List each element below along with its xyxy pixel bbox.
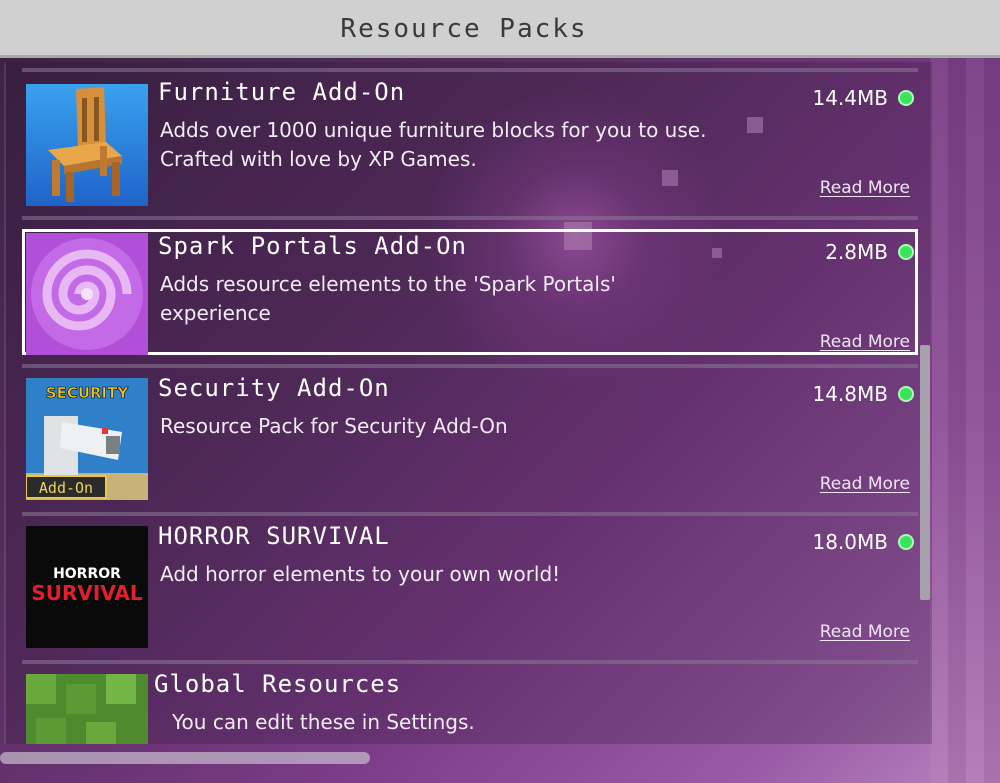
pack-row-horror-survival[interactable]: HORROR SURVIVAL HORROR SURVIVAL Add horr… [22, 516, 918, 652]
horror-logo-line1: HORROR [53, 566, 121, 582]
pack-size: 14.8MB [812, 382, 888, 406]
read-more-link[interactable]: Read More [820, 332, 910, 352]
pack-row-global-resources[interactable]: Global Resources You can edit these in S… [22, 664, 918, 744]
pack-description: Add horror elements to your own world! [160, 562, 561, 586]
row-divider [22, 216, 918, 220]
pack-name: Security Add-On [158, 374, 390, 402]
background-wall [930, 58, 1000, 783]
spark-portal-thumbnail [26, 233, 148, 355]
security-badge: Add-On [39, 479, 93, 497]
pack-name: HORROR SURVIVAL [158, 522, 390, 550]
pack-description: Resource Pack for Security Add-On [160, 414, 508, 438]
pack-size: 2.8MB [825, 240, 888, 264]
page-title: Resource Packs [340, 14, 588, 44]
pack-size: 14.4MB [812, 86, 888, 110]
title-bar: Resource Packs [0, 0, 1000, 58]
pack-row-spark-portals[interactable]: Spark Portals Add-On Adds resource eleme… [22, 229, 918, 355]
horror-survival-thumbnail: HORROR SURVIVAL [26, 526, 148, 648]
pack-row-security[interactable]: SECURITY Add-On Security Add-On Resource… [22, 368, 918, 504]
status-indicator [898, 244, 914, 260]
status-indicator [898, 90, 914, 106]
pack-description: Adds over 1000 unique furniture blocks f… [160, 118, 707, 171]
security-logo: SECURITY [46, 384, 130, 402]
pack-description: You can edit these in Settings. [172, 710, 475, 734]
status-indicator [898, 386, 914, 402]
pack-name: Furniture Add-On [158, 78, 406, 106]
pack-row-furniture[interactable]: Furniture Add-On Adds over 1000 unique f… [22, 72, 918, 208]
horror-logo-line2: SURVIVAL [31, 581, 143, 605]
status-indicator [898, 534, 914, 550]
furniture-chair-thumbnail [26, 84, 148, 206]
resource-pack-list[interactable]: Furniture Add-On Adds over 1000 unique f… [4, 62, 932, 744]
vertical-scrollbar[interactable] [920, 345, 930, 600]
read-more-link[interactable]: Read More [820, 178, 910, 198]
pack-size: 18.0MB [812, 530, 888, 554]
security-camera-thumbnail: SECURITY Add-On [26, 378, 148, 500]
read-more-link[interactable]: Read More [820, 474, 910, 494]
grass-block-thumbnail [26, 674, 148, 744]
read-more-link[interactable]: Read More [820, 622, 910, 642]
pack-name: Global Resources [154, 670, 402, 698]
pack-name: Spark Portals Add-On [158, 232, 467, 260]
horizontal-scrollbar[interactable] [0, 752, 370, 764]
pack-description: Adds resource elements to the 'Spark Por… [160, 272, 616, 325]
